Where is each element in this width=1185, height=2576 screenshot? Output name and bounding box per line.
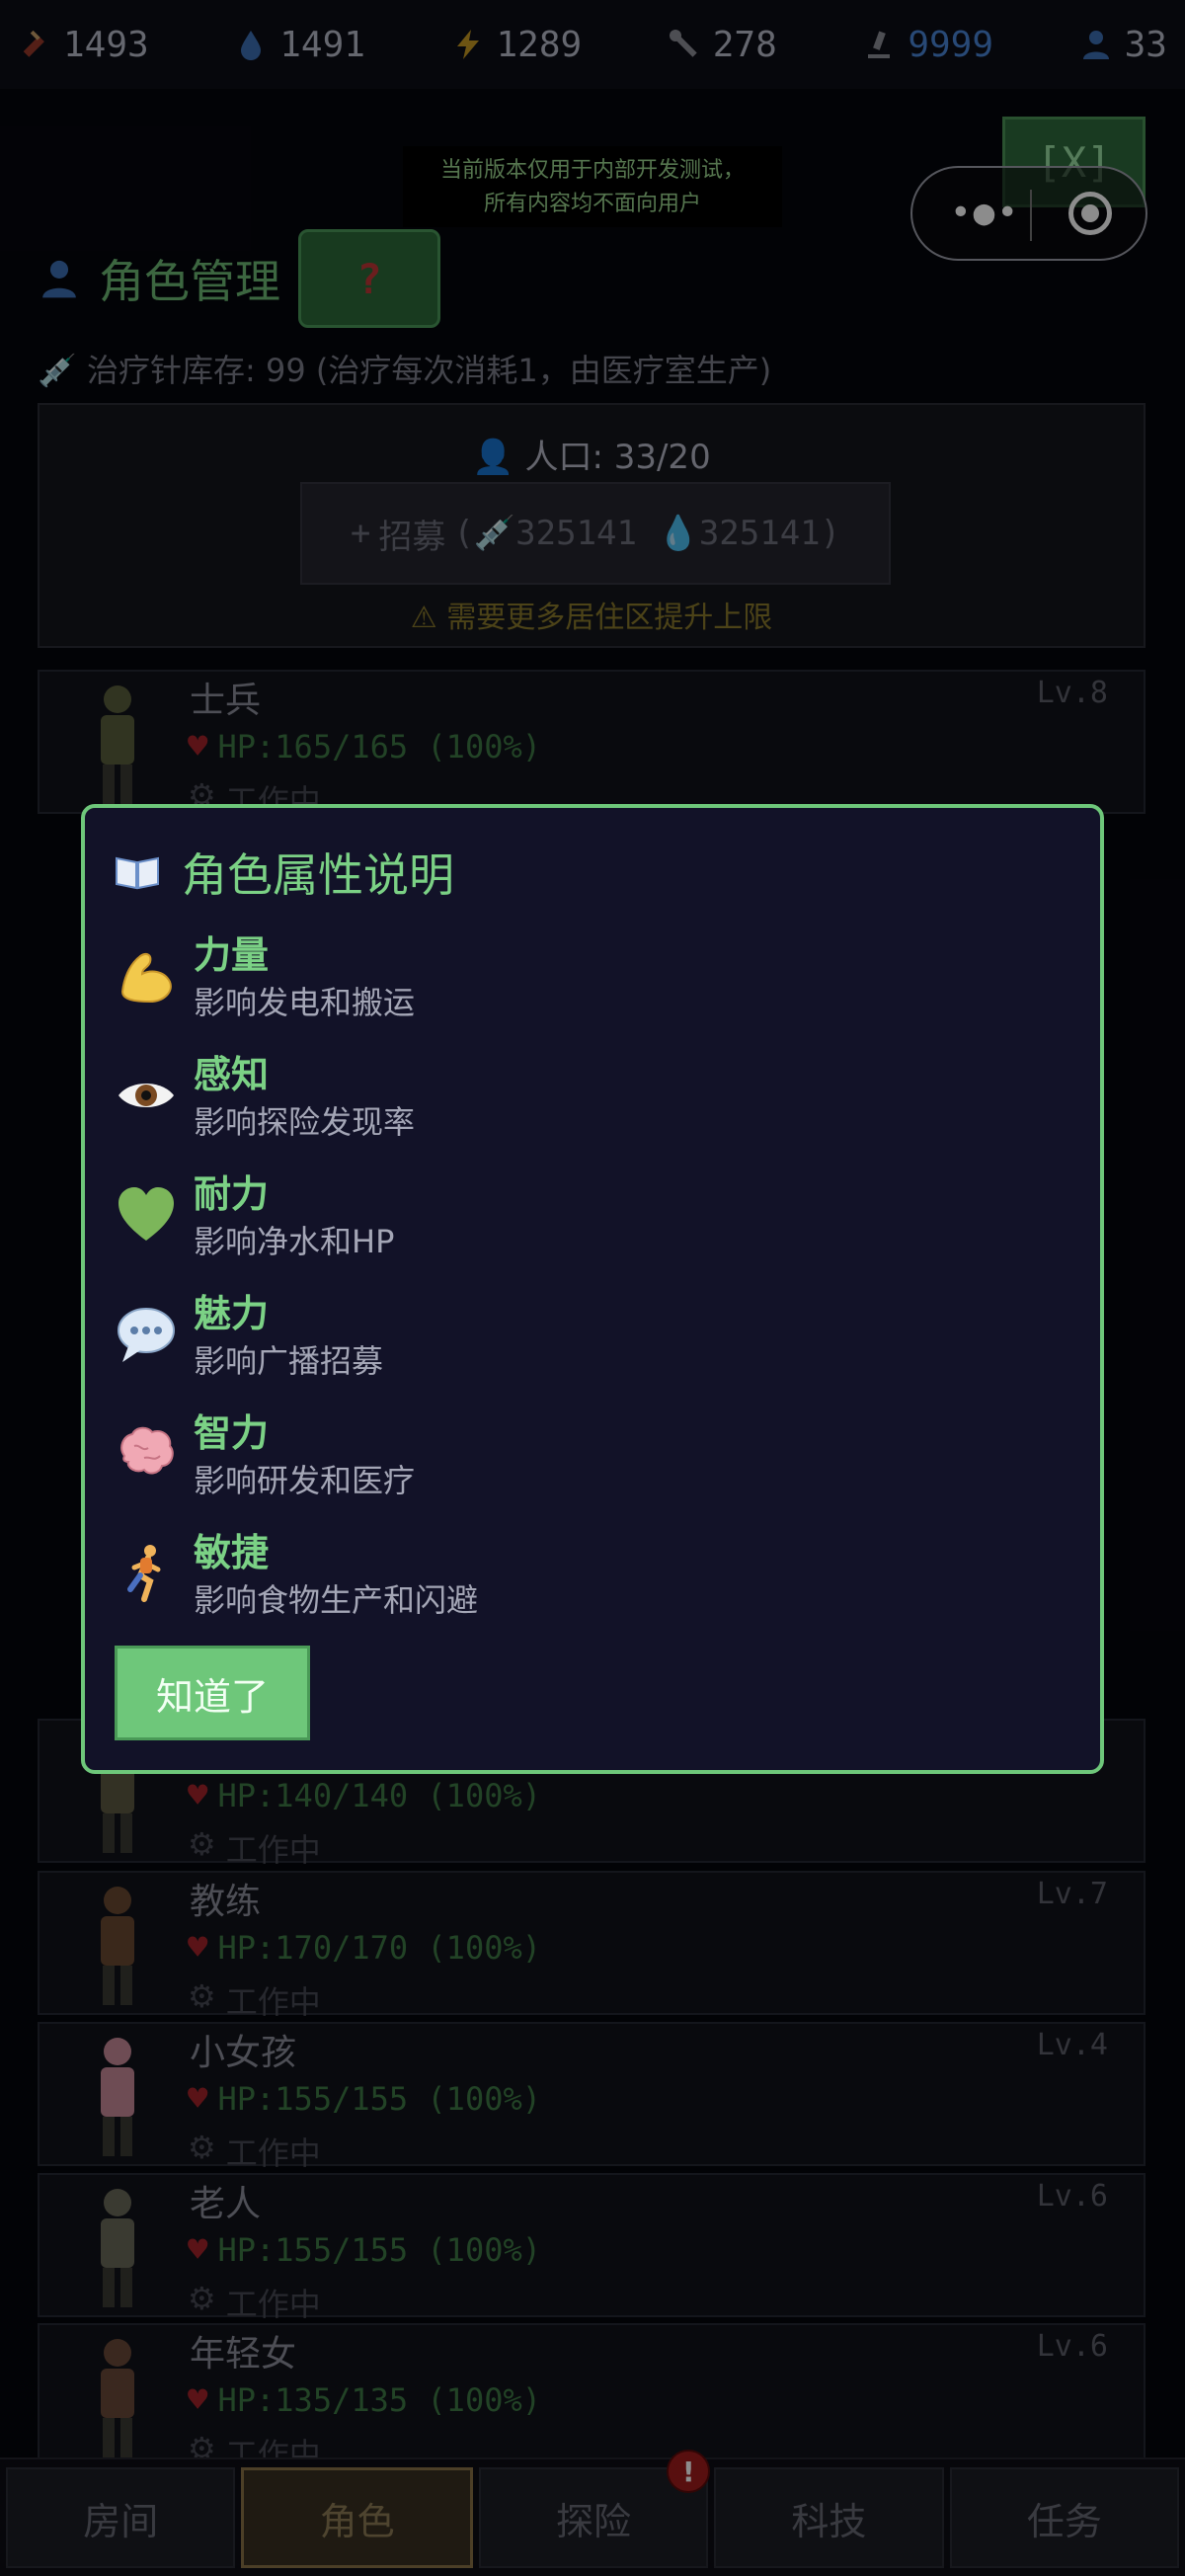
attribute-desc: 影响食物生产和闪避 [194, 1581, 479, 1619]
green-heart-icon [118, 1187, 174, 1241]
attribute-name: 魅力 [194, 1292, 270, 1335]
attribute-desc: 影响广播招募 [194, 1342, 384, 1380]
attribute-desc: 影响研发和医疗 [194, 1462, 416, 1499]
attribute-desc: 影响净水和HP [194, 1223, 395, 1260]
attribute-desc: 影响发电和搬运 [194, 984, 416, 1021]
runner-icon [127, 1545, 161, 1602]
attribute-intelligence: 智力 影响研发和医疗 [115, 1403, 1003, 1511]
attribute-desc: 影响探险发现率 [194, 1103, 416, 1141]
attribute-perception: 感知 影响探险发现率 [115, 1044, 1003, 1153]
attribute-name: 智力 [194, 1411, 270, 1455]
brain-icon [120, 1426, 174, 1475]
eye-icon [118, 1084, 174, 1107]
attribute-agility: 敏捷 影响食物生产和闪避 [115, 1522, 1003, 1631]
attribute-endurance: 耐力 影响净水和HP [115, 1164, 1003, 1272]
flexed-biceps-icon [120, 953, 172, 1004]
attribute-strength: 力量 影响发电和搬运 [115, 925, 1003, 1033]
attribute-name: 敏捷 [194, 1531, 270, 1574]
attribute-name: 耐力 [194, 1172, 270, 1216]
got-it-button[interactable]: 知道了 [115, 1646, 310, 1740]
open-book-icon [116, 856, 159, 890]
dialog-header: 角色属性说明 [115, 840, 454, 905]
attribute-info-dialog: 角色属性说明 力量 影响发电和搬运 感知 影响探险发现率 耐力 影响净水和HP … [81, 804, 1104, 1774]
attribute-name: 力量 [194, 933, 270, 977]
attribute-charisma: 魅力 影响广播招募 [115, 1283, 1003, 1392]
dialog-title: 角色属性说明 [182, 848, 454, 902]
speech-bubble-icon [118, 1308, 175, 1362]
attribute-name: 感知 [194, 1053, 270, 1096]
